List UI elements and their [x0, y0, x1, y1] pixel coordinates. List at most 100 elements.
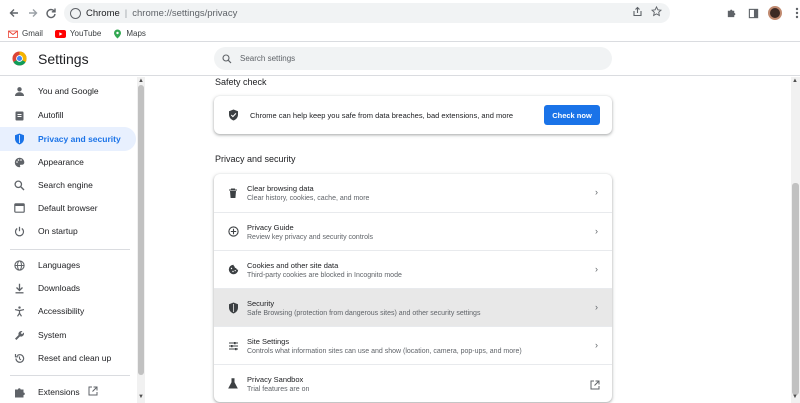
- accessibility-icon: [12, 304, 26, 318]
- row-subtitle: Trial features are on: [247, 385, 310, 393]
- shield-icon: [226, 301, 240, 315]
- address-bar[interactable]: Chrome | chrome://settings/privacy: [64, 3, 670, 23]
- trash-icon: [226, 186, 240, 200]
- sidebar-item-label: Reset and clean up: [38, 353, 112, 363]
- bookmark-label: YouTube: [69, 29, 102, 38]
- sidebar-item-label: Autofill: [38, 110, 64, 120]
- row-title: Privacy Guide: [247, 222, 294, 232]
- row-title: Cookies and other site data: [247, 260, 339, 270]
- search-icon: [222, 53, 232, 63]
- palette-icon: [12, 155, 26, 169]
- sidebar-item-privacy-and-security[interactable]: Privacy and security: [0, 127, 136, 151]
- row-privacy-guide[interactable]: Privacy Guide Review key privacy and sec…: [214, 212, 612, 250]
- sidebar-item-system[interactable]: System: [0, 323, 136, 347]
- chevron-right-icon: ›: [595, 226, 598, 236]
- scroll-up-arrow[interactable]: ▲: [137, 77, 145, 85]
- download-icon: [12, 281, 26, 295]
- side-panel-icon[interactable]: [744, 3, 762, 23]
- row-subtitle: Review key privacy and security controls: [247, 233, 374, 241]
- youtube-icon: [54, 29, 66, 38]
- scroll-up-arrow[interactable]: ▲: [791, 77, 799, 85]
- sidebar-item-reset-and-clean-up[interactable]: Reset and clean up: [0, 346, 136, 370]
- sidebar-item-label: On startup: [38, 226, 78, 236]
- sidebar-item-label: Extensions: [38, 387, 80, 397]
- url-separator: |: [124, 7, 128, 19]
- person-icon: [12, 84, 26, 98]
- globe-icon: [12, 258, 26, 272]
- sidebar-divider: [10, 249, 130, 250]
- row-security[interactable]: Security Safe Browsing (protection from …: [214, 288, 612, 326]
- menu-kebab-icon[interactable]: [788, 3, 800, 23]
- reload-icon[interactable]: [40, 2, 62, 24]
- search-input[interactable]: Search settings: [214, 47, 612, 70]
- bookmark-label: Maps: [126, 29, 146, 38]
- bookmarks-bar: Gmail YouTube Maps: [0, 26, 800, 42]
- sidebar-item-label: Accessibility: [38, 306, 85, 316]
- shield-check-icon: [226, 109, 240, 121]
- row-title: Security: [247, 298, 275, 308]
- row-title: Privacy Sandbox: [247, 374, 304, 384]
- settings-sidebar: You and Google Autofill Privacy and secu…: [0, 77, 136, 403]
- sidebar-item-you-and-google[interactable]: You and Google: [0, 79, 136, 103]
- profile-avatar[interactable]: [766, 3, 784, 23]
- search-icon: [12, 178, 26, 192]
- scroll-down-arrow[interactable]: ▼: [791, 393, 799, 401]
- bookmark-label: Gmail: [22, 29, 43, 38]
- sidebar-item-default-browser[interactable]: Default browser: [0, 196, 136, 220]
- url-text: chrome://settings/privacy: [132, 7, 238, 19]
- extensions-puzzle-icon[interactable]: [722, 3, 740, 23]
- check-now-button[interactable]: Check now: [544, 105, 600, 125]
- open-in-new-icon: [88, 386, 98, 398]
- bookmark-gmail[interactable]: Gmail: [8, 29, 43, 38]
- scrollbar-thumb[interactable]: [138, 85, 144, 375]
- bookmark-maps[interactable]: Maps: [113, 29, 146, 39]
- sidebar-item-label: System: [38, 330, 67, 340]
- chevron-right-icon: ›: [595, 340, 598, 350]
- page-title: Settings: [38, 51, 89, 67]
- site-name: Chrome: [86, 7, 120, 19]
- scrollbar-thumb[interactable]: [792, 183, 799, 395]
- open-in-new-icon[interactable]: [590, 377, 600, 395]
- row-site-settings[interactable]: Site Settings Controls what information …: [214, 326, 612, 364]
- sidebar-item-on-startup[interactable]: On startup: [0, 219, 136, 243]
- safety-check-text: Chrome can help keep you safe from data …: [250, 110, 514, 120]
- shield-icon: [12, 132, 26, 146]
- share-icon[interactable]: [632, 6, 643, 20]
- section-title-privacy-and-security: Privacy and security: [215, 154, 296, 164]
- sidebar-item-accessibility[interactable]: Accessibility: [0, 299, 136, 323]
- sidebar-divider: [10, 375, 130, 376]
- sidebar-item-languages[interactable]: Languages: [0, 253, 136, 277]
- row-subtitle: Third-party cookies are blocked in Incog…: [247, 271, 402, 279]
- clipboard-icon: [12, 108, 26, 122]
- bookmark-youtube[interactable]: YouTube: [54, 29, 102, 38]
- row-cookies-and-other-site-data[interactable]: Cookies and other site data Third-party …: [214, 250, 612, 288]
- row-privacy-sandbox[interactable]: Privacy Sandbox Trial features are on: [214, 364, 612, 402]
- sidebar-item-appearance[interactable]: Appearance: [0, 150, 136, 174]
- row-subtitle: Safe Browsing (protection from dangerous…: [247, 309, 481, 317]
- sidebar-item-label: Downloads: [38, 283, 81, 293]
- chrome-site-icon: [70, 7, 81, 19]
- browser-toolbar: Chrome | chrome://settings/privacy: [0, 0, 800, 26]
- sidebar-item-label: Appearance: [38, 157, 84, 167]
- sidebar-item-autofill[interactable]: Autofill: [0, 103, 136, 127]
- row-subtitle: Controls what information sites can use …: [247, 347, 522, 355]
- cookie-icon: [226, 263, 240, 277]
- sidebar-item-label: You and Google: [38, 86, 99, 96]
- page-scrollbar[interactable]: ▲ ▼: [791, 77, 800, 403]
- sidebar-item-downloads[interactable]: Downloads: [0, 276, 136, 300]
- row-subtitle: Clear history, cookies, cache, and more: [247, 195, 370, 202]
- maps-icon: [114, 29, 122, 38]
- sidebar-item-label: Languages: [38, 260, 81, 270]
- scroll-down-arrow[interactable]: ▼: [137, 393, 145, 401]
- sidebar-item-search-engine[interactable]: Search engine: [0, 173, 136, 197]
- browser-icon: [12, 201, 26, 215]
- chrome-logo-icon: [12, 51, 27, 66]
- sidebar-item-extensions[interactable]: Extensions: [0, 380, 136, 403]
- sidebar-scrollbar[interactable]: ▲ ▼: [137, 77, 145, 403]
- settings-header: Settings Search settings: [0, 42, 800, 76]
- row-clear-browsing-data[interactable]: Clear browsing data Clear history, cooki…: [214, 174, 612, 212]
- compass-icon: [226, 225, 240, 239]
- bookmark-star-icon[interactable]: [650, 5, 663, 20]
- chevron-right-icon: ›: [595, 187, 598, 197]
- row-title: Clear browsing data: [247, 184, 314, 193]
